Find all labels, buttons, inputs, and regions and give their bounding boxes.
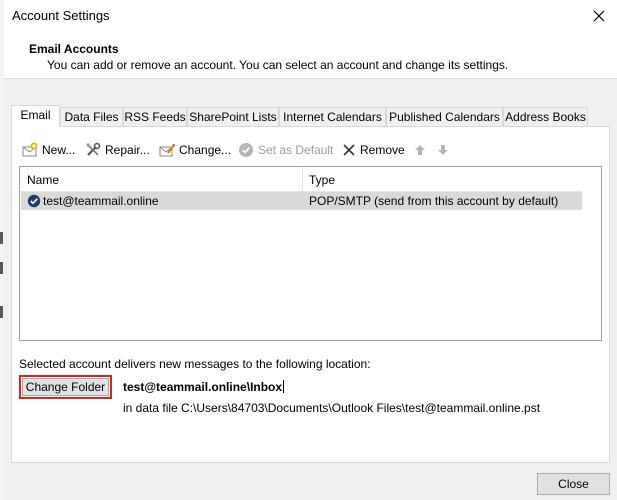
change-folder-highlight: Change Folder xyxy=(19,375,112,399)
close-window-icon[interactable] xyxy=(589,6,609,26)
repair-label: Repair... xyxy=(105,143,150,157)
move-down-button[interactable] xyxy=(437,141,452,159)
repair-tools-icon xyxy=(86,142,101,156)
background-window-mark xyxy=(0,232,3,244)
tab-sharepoint-lists[interactable]: SharePoint Lists xyxy=(187,107,279,126)
header-description: You can add or remove an account. You ca… xyxy=(47,58,509,72)
remove-account-label: Remove xyxy=(360,143,405,157)
arrow-up-icon xyxy=(415,145,425,155)
header-title: Email Accounts xyxy=(29,42,119,56)
account-settings-dialog: Account Settings Email Accounts You can … xyxy=(0,0,617,500)
tab-published-calendars[interactable]: Published Calendars xyxy=(386,107,503,126)
change-account-button[interactable]: Change... xyxy=(159,141,231,159)
account-row[interactable]: test@teammail.online POP/SMTP (send from… xyxy=(21,192,582,210)
background-window-mark xyxy=(0,262,3,274)
set-as-default-button[interactable]: Set as Default xyxy=(238,141,333,159)
window-title: Account Settings xyxy=(12,8,110,23)
change-account-label: Change... xyxy=(179,143,232,157)
remove-account-button[interactable]: Remove xyxy=(342,141,405,159)
default-account-check-icon xyxy=(27,194,41,208)
text-caret xyxy=(283,380,285,393)
delivery-folder-path: test@teammail.online\Inbox xyxy=(123,380,285,394)
column-header-type[interactable]: Type xyxy=(309,173,335,187)
header-band: Email Accounts You can add or remove an … xyxy=(4,32,617,78)
close-button[interactable]: Close xyxy=(537,473,610,495)
data-file-path: in data file C:\Users\84703\Documents\Ou… xyxy=(123,401,541,415)
change-folder-button[interactable]: Change Folder xyxy=(22,378,109,396)
tab-address-books[interactable]: Address Books xyxy=(503,107,588,126)
column-header-name[interactable]: Name xyxy=(27,173,59,187)
column-divider[interactable] xyxy=(302,167,303,191)
repair-button[interactable]: Repair... xyxy=(85,141,150,159)
title-bar: Account Settings xyxy=(4,0,617,32)
tab-email[interactable]: Email xyxy=(11,105,60,127)
tab-internet-calendars[interactable]: Internet Calendars xyxy=(279,107,386,126)
new-mail-icon xyxy=(22,142,38,157)
move-up-button[interactable] xyxy=(414,141,429,159)
tab-rss-feeds[interactable]: RSS Feeds xyxy=(123,107,187,126)
new-account-label: New... xyxy=(42,143,76,157)
set-as-default-label: Set as Default xyxy=(258,143,334,157)
list-header: Name Type xyxy=(20,167,582,192)
delivery-location-label: Selected account delivers new messages t… xyxy=(19,357,371,371)
remove-x-icon xyxy=(343,144,355,156)
new-account-button[interactable]: New... xyxy=(22,141,75,159)
default-check-icon xyxy=(239,143,253,157)
background-window-mark xyxy=(0,306,3,318)
account-name: test@teammail.online xyxy=(43,194,159,208)
change-settings-icon xyxy=(159,143,176,157)
arrow-down-icon xyxy=(438,145,448,155)
accounts-list[interactable]: Name Type test@teammail.online POP/SMTP … xyxy=(19,166,602,341)
tab-data-files[interactable]: Data Files xyxy=(60,107,123,126)
account-type: POP/SMTP (send from this account by defa… xyxy=(309,194,559,208)
folder-path-text: test@teammail.online\Inbox xyxy=(123,380,283,394)
